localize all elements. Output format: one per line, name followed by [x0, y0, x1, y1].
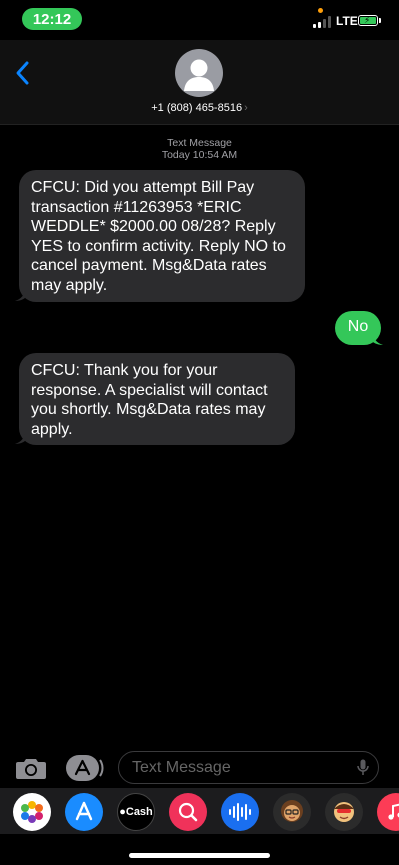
waveform-icon	[229, 803, 251, 821]
home-indicator[interactable]	[129, 853, 270, 858]
animoji-icon[interactable]	[325, 793, 363, 831]
contact-number: +1 (808) 465-8516	[151, 102, 243, 114]
photos-icon[interactable]	[13, 793, 51, 831]
service-label: Text Message	[167, 137, 232, 149]
app-store-apps-button[interactable]	[64, 752, 104, 784]
contact-name[interactable]: +1 (808) 465-8516 ›	[0, 102, 399, 114]
message-input-placeholder: Text Message	[132, 759, 231, 776]
cash-label: ●Cash	[119, 806, 153, 818]
battery-tip	[379, 18, 381, 23]
privacy-indicator-dot	[318, 8, 323, 13]
photos-flower-icon	[21, 801, 43, 823]
bubble-tail	[15, 431, 27, 444]
bubble-tail	[15, 288, 27, 301]
contact-details-chevron: ›	[244, 102, 248, 114]
message-timestamp: Text Message Today 10:54 AM	[0, 137, 399, 161]
message-text: No	[347, 318, 369, 335]
bubble-tail	[371, 332, 383, 345]
app-store-icon[interactable]	[65, 793, 103, 831]
received-message-bubble[interactable]: CFCU: Thank you for your response. A spe…	[19, 353, 295, 445]
cellular-signal-icon	[313, 16, 333, 28]
person-silhouette-icon	[184, 59, 214, 91]
back-chevron-icon[interactable]	[10, 56, 36, 90]
app-store-glyph	[75, 801, 93, 821]
contact-avatar[interactable]	[175, 49, 223, 97]
received-message-bubble[interactable]: CFCU: Did you attempt Bill Pay transacti…	[19, 170, 305, 302]
message-input[interactable]: Text Message	[118, 751, 379, 784]
music-icon[interactable]	[377, 793, 399, 831]
message-text: CFCU: Thank you for your response. A spe…	[31, 362, 268, 438]
timestamp-label: Today 10:54 AM	[161, 149, 238, 161]
cash-text: Cash	[125, 806, 153, 818]
battery-icon: ⚡	[358, 15, 378, 26]
music-note-icon	[388, 803, 399, 820]
imessage-app-strip: ●Cash	[0, 788, 399, 834]
magnifier-globe-icon	[178, 802, 198, 822]
memoji-icon[interactable]	[273, 793, 311, 831]
network-type: LTE	[336, 14, 358, 28]
conversation-header: +1 (808) 465-8516 ›	[0, 40, 399, 125]
memoji-face-icon	[281, 800, 303, 822]
microphone-icon[interactable]	[357, 759, 369, 776]
audio-message-icon[interactable]	[221, 793, 259, 831]
status-time: 12:12	[22, 8, 82, 30]
status-bar: 12:12 LTE ⚡	[0, 0, 399, 40]
image-search-icon[interactable]	[169, 793, 207, 831]
animoji-face-icon	[334, 802, 354, 822]
apple-cash-icon[interactable]: ●Cash	[117, 793, 155, 831]
message-text: CFCU: Did you attempt Bill Pay transacti…	[31, 179, 286, 294]
camera-icon[interactable]	[14, 751, 48, 785]
